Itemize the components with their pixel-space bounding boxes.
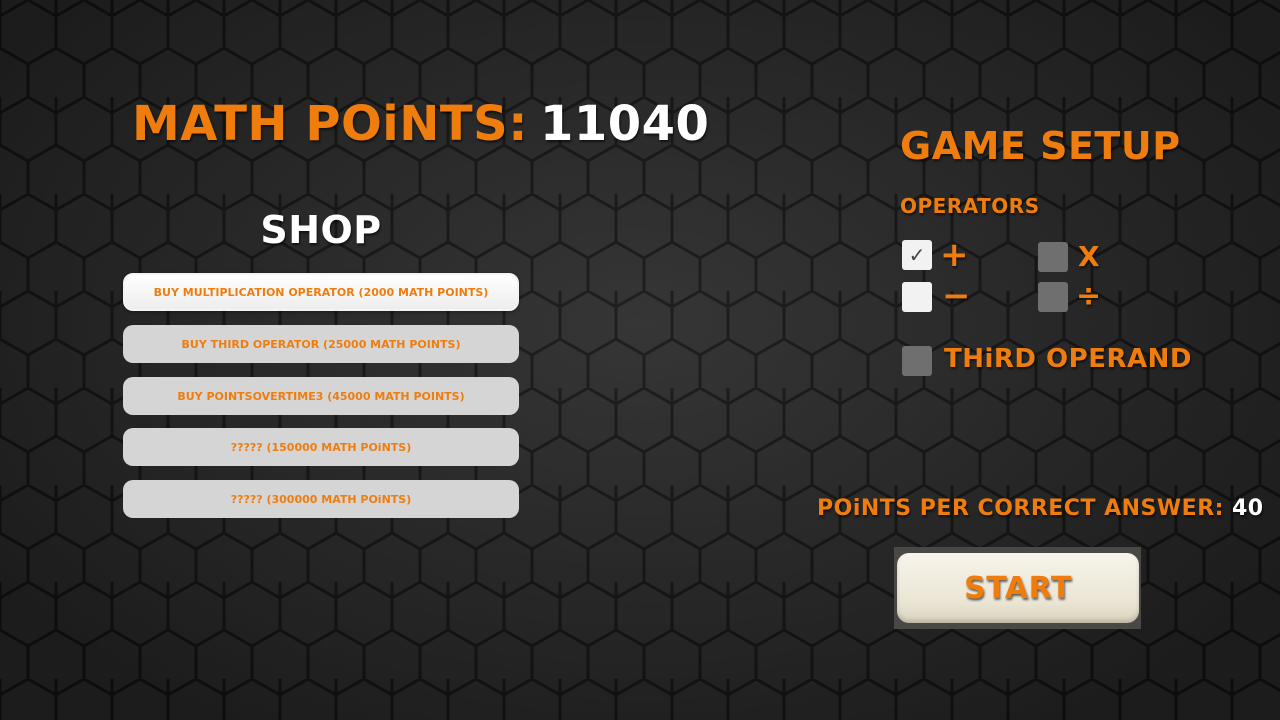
divide-operator-symbol: ÷ <box>1076 279 1102 314</box>
multiply-operator-symbol: X <box>1078 240 1101 273</box>
shop-buy-third-operator-button[interactable]: BUY THIRD OPERATOR (25000 MATH POINTS) <box>123 325 519 363</box>
math-points-label: MATH POiNTS: <box>132 96 528 152</box>
shop-buy-multiplication-button[interactable]: BUY MULTIPLICATION OPERATOR (2000 MATH P… <box>123 273 519 311</box>
third-operand-checkbox[interactable] <box>902 346 932 376</box>
shop-item-label: BUY MULTIPLICATION OPERATOR (2000 MATH P… <box>153 285 489 299</box>
points-per-answer-label: POiNTS PER CORRECT ANSWER: <box>817 496 1224 521</box>
game-setup-title: GAME SETUP <box>900 124 1181 168</box>
multiply-operator-checkbox[interactable] <box>1038 242 1068 272</box>
third-operand-label: THiRD OPERAND <box>944 344 1192 374</box>
math-points-display: MATH POiNTS: 11040 <box>132 96 709 152</box>
divide-operator-checkbox[interactable] <box>1038 282 1068 312</box>
operators-label: OPERATORS <box>900 194 1040 218</box>
math-points-value: 11040 <box>539 96 710 152</box>
points-per-answer-display: POiNTS PER CORRECT ANSWER: 40 <box>817 496 1264 521</box>
points-per-answer-value: 40 <box>1231 496 1264 521</box>
minus-operator-checkbox[interactable] <box>902 282 932 312</box>
plus-operator-checkbox[interactable]: ✓ <box>902 240 932 270</box>
minus-operator-symbol: − <box>942 276 971 316</box>
start-button-label: START <box>964 570 1072 606</box>
shop-buy-pointsovertime-button[interactable]: BUY POINTSOVERTIME3 (45000 MATH POINTS) <box>123 377 519 415</box>
start-button[interactable]: START <box>897 553 1139 623</box>
shop-mystery-item-2-button[interactable]: ????? (300000 MATH POiNTS) <box>123 480 519 518</box>
shop-item-label: ????? (150000 MATH POiNTS) <box>230 440 412 454</box>
shop-mystery-item-1-button[interactable]: ????? (150000 MATH POiNTS) <box>123 428 519 466</box>
check-icon: ✓ <box>908 243 926 267</box>
shop-item-label: ????? (300000 MATH POiNTS) <box>230 492 412 506</box>
shop-item-label: BUY THIRD OPERATOR (25000 MATH POINTS) <box>181 337 461 351</box>
shop-title: SHOP <box>260 208 382 252</box>
shop-item-label: BUY POINTSOVERTIME3 (45000 MATH POINTS) <box>177 389 465 403</box>
plus-operator-symbol: + <box>940 235 969 275</box>
